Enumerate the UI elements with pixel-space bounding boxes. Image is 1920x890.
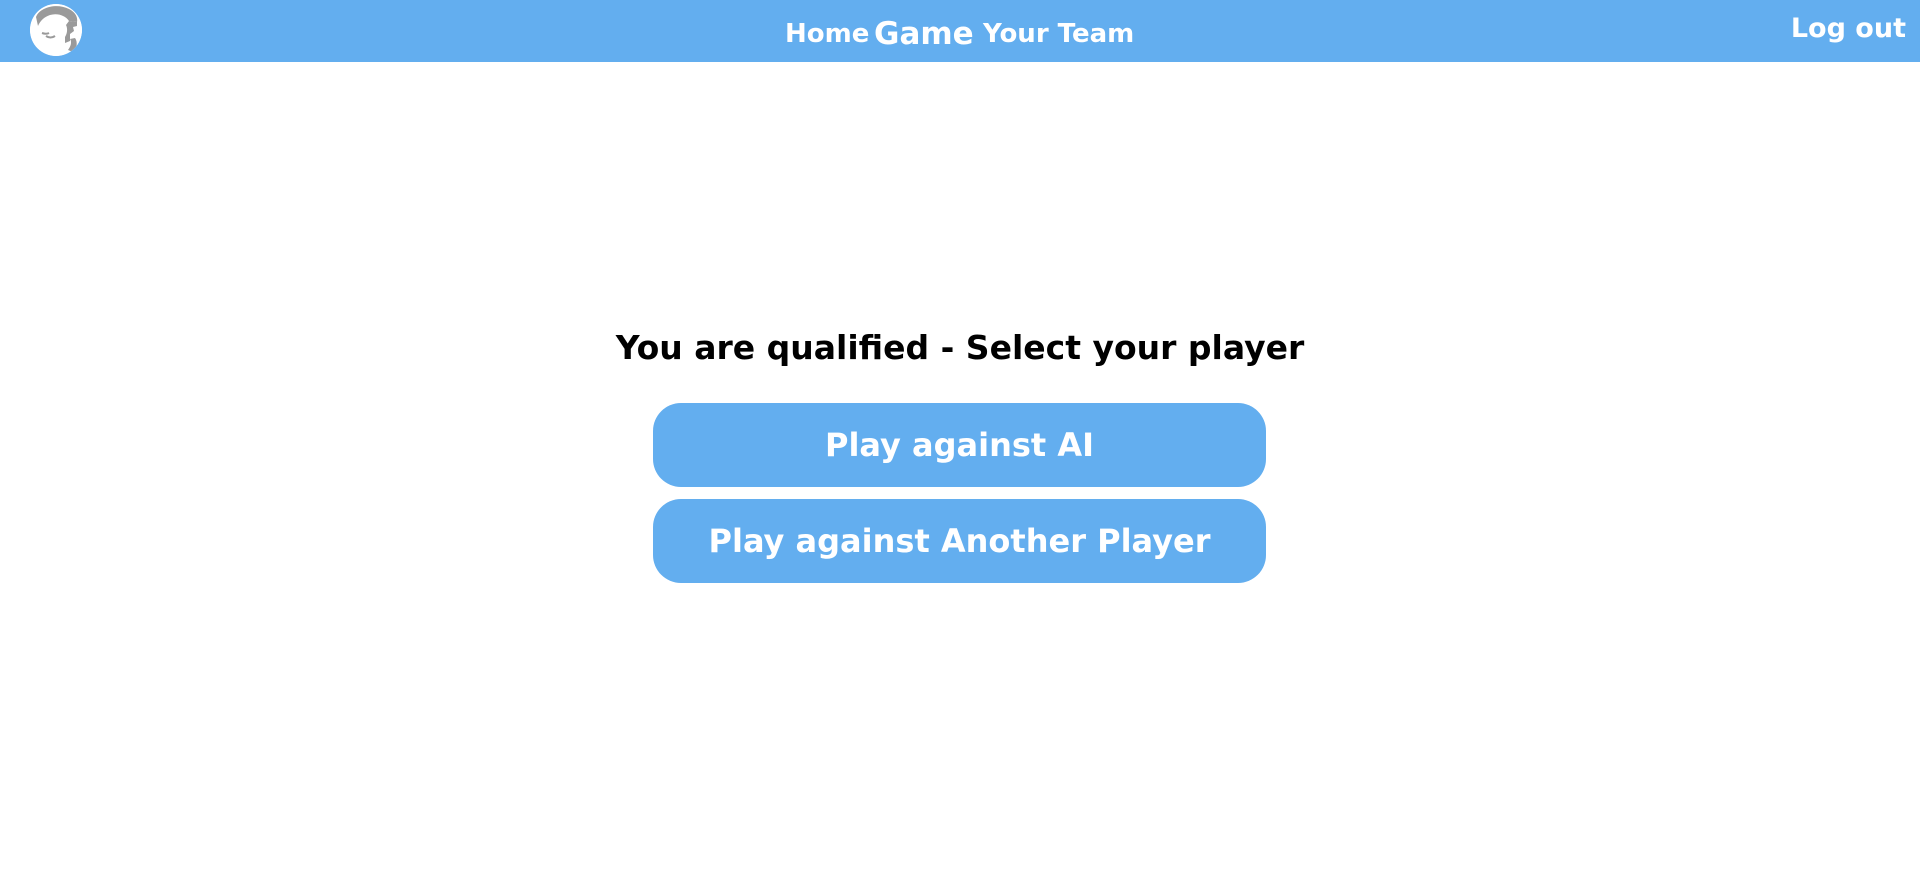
site-logo[interactable] [30,4,82,56]
top-navbar: Home Game Your Team Log out [0,0,1920,62]
avatar-logo-icon [30,4,82,56]
nav-link-game[interactable]: Game [874,14,974,54]
nav-link-home[interactable]: Home [785,17,869,51]
game-mode-panel: You are qualified - Select your player P… [0,62,1920,890]
nav-link-your-team[interactable]: Your Team [983,17,1134,51]
play-against-player-button[interactable]: Play against Another Player [653,499,1266,583]
logout-link[interactable]: Log out [1791,11,1906,47]
page-title: You are qualified - Select your player [615,328,1305,367]
play-against-ai-button[interactable]: Play against AI [653,403,1266,487]
main-nav: Home Game Your Team [0,0,1920,62]
